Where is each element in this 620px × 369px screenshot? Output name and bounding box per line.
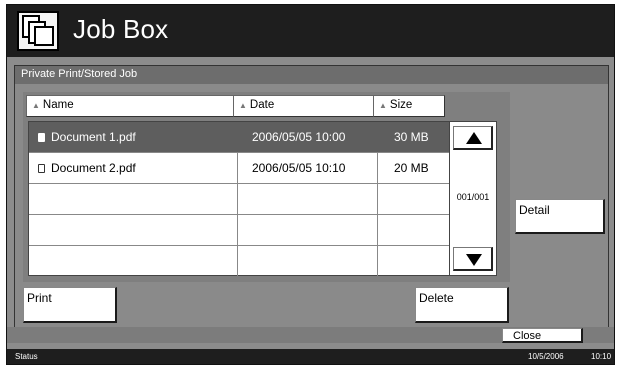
print-button[interactable]: Print	[23, 287, 117, 323]
list-scroller: 001/001	[449, 121, 497, 276]
status-bar: Status 10/5/2006 10:10	[7, 349, 614, 364]
up-arrow-icon	[466, 132, 482, 144]
scroll-down-button[interactable]	[453, 247, 493, 271]
job-box-screen: Job Box Private Print/Stored Job ▲ Name ▲…	[6, 4, 615, 365]
job-list-frame: ▲ Name ▲ Date ▲ Size Document 1.pdf 2006/05…	[23, 92, 510, 282]
panel-body: ▲ Name ▲ Date ▲ Size Document 1.pdf 2006/05…	[15, 84, 608, 328]
job-panel: Private Print/Stored Job ▲ Name ▲ Date ▲ Si…	[14, 65, 609, 329]
empty-row	[29, 215, 449, 246]
down-arrow-icon	[466, 254, 482, 266]
list-item[interactable]: Document 1.pdf 2006/05/05 10:00 30 MB	[29, 122, 449, 153]
panel-title: Private Print/Stored Job	[15, 66, 608, 84]
page-title: Job Box	[73, 14, 169, 44]
list-item[interactable]: Document 2.pdf 2006/05/05 10:10 20 MB	[29, 153, 449, 184]
status-time: 10:10	[591, 352, 612, 361]
column-header-name[interactable]: ▲ Name	[26, 95, 234, 117]
empty-row	[29, 184, 449, 215]
empty-row	[29, 246, 449, 277]
status-label: Status	[15, 352, 38, 361]
header: Job Box	[7, 5, 614, 57]
job-list: Document 1.pdf 2006/05/05 10:00 30 MB Do…	[28, 121, 450, 276]
action-bar: Close	[7, 327, 614, 343]
status-date: 10/5/2006	[528, 352, 564, 361]
scroll-up-button[interactable]	[453, 126, 493, 150]
document-icon	[38, 164, 45, 173]
page-indicator: 001/001	[456, 192, 490, 202]
column-header-date[interactable]: ▲ Date	[233, 95, 374, 117]
document-icon	[38, 133, 45, 142]
delete-button[interactable]: Delete	[415, 287, 509, 323]
job-box-icon	[17, 11, 59, 51]
sort-triangle-icon: ▲	[32, 101, 40, 110]
detail-button[interactable]: Detail	[515, 199, 605, 234]
sort-triangle-icon: ▲	[379, 101, 387, 110]
sort-triangle-icon: ▲	[239, 101, 247, 110]
column-header-size[interactable]: ▲ Size	[373, 95, 445, 117]
close-button[interactable]: Close	[502, 328, 583, 343]
